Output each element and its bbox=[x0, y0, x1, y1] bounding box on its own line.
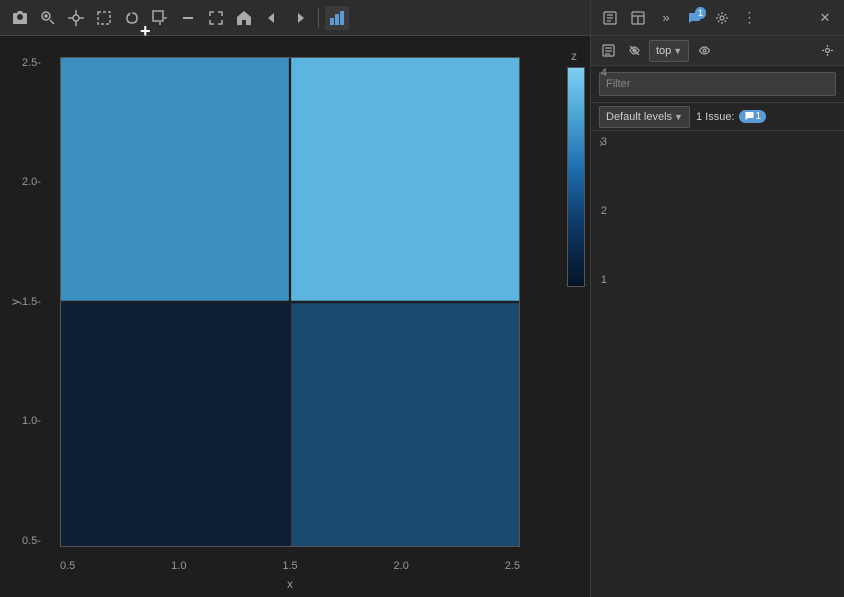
layout-button[interactable] bbox=[625, 5, 651, 31]
top-dropdown-arrow: ▼ bbox=[673, 46, 682, 56]
arrow-left-tool-button[interactable] bbox=[260, 6, 284, 30]
y-label-2-0: 2.0- bbox=[22, 176, 41, 188]
filter-input[interactable] bbox=[599, 72, 836, 96]
zoom-tool-button[interactable] bbox=[36, 6, 60, 30]
colorbar: z 4 3 2 1 bbox=[567, 67, 585, 287]
chat-badge: 1 bbox=[695, 7, 706, 20]
default-levels-arrow: ▼ bbox=[674, 112, 683, 122]
minus-tool-button[interactable] bbox=[176, 6, 200, 30]
x-label-2-0: 2.0 bbox=[394, 560, 409, 572]
x-label-2-5: 2.5 bbox=[505, 560, 520, 572]
chart-container: y 2.5- 2.0- 1.5- 1.0- 0.5- bbox=[60, 57, 520, 547]
home-tool-button[interactable] bbox=[232, 6, 256, 30]
y-label-2-5: 2.5- bbox=[22, 57, 41, 69]
inspect-button[interactable] bbox=[597, 5, 623, 31]
default-levels-label: Default levels bbox=[606, 111, 672, 123]
expand-tool-button[interactable] bbox=[204, 6, 228, 30]
filter-area bbox=[591, 66, 844, 103]
x-axis: 0.5 1.0 1.5 2.0 2.5 bbox=[60, 560, 520, 572]
secondary-inspect-button[interactable] bbox=[597, 40, 619, 62]
rect-tool-button[interactable] bbox=[148, 6, 172, 30]
colorbar-label-4: 4 bbox=[601, 67, 607, 79]
right-panel: » 1 ⋮ ✕ bbox=[590, 0, 844, 597]
colorbar-labels: 4 3 2 1 bbox=[601, 67, 607, 287]
ellipsis-button[interactable]: ⋮ bbox=[737, 5, 763, 31]
right-content: › bbox=[591, 131, 844, 597]
settings-button[interactable] bbox=[709, 5, 735, 31]
issues-badge: 1 Issue: 1 bbox=[696, 110, 766, 123]
y-label-1-5: 1.5- bbox=[22, 296, 41, 308]
x-axis-title: x bbox=[287, 577, 293, 591]
close-button[interactable]: ✕ bbox=[812, 5, 838, 31]
select-tool-button[interactable] bbox=[92, 6, 116, 30]
more-button[interactable]: » bbox=[653, 5, 679, 31]
secondary-settings-button[interactable] bbox=[816, 40, 838, 62]
bar-chart-tool-button[interactable] bbox=[325, 6, 349, 30]
eye-button[interactable] bbox=[693, 40, 715, 62]
y-axis-title: y bbox=[8, 299, 22, 305]
arrow-right-tool-button[interactable] bbox=[288, 6, 312, 30]
colorbar-label-2: 2 bbox=[601, 205, 607, 217]
chart-panel: + y 2.5- 2.0- 1.5- 1.0- 0.5- bbox=[0, 0, 590, 597]
top-view-button[interactable]: top ▼ bbox=[649, 40, 689, 62]
camera-tool-button[interactable] bbox=[8, 6, 32, 30]
default-levels-button[interactable]: Default levels ▼ bbox=[599, 106, 690, 128]
issue-chat-icon bbox=[744, 111, 754, 121]
y-label-1-0: 1.0- bbox=[22, 415, 41, 427]
colorbar-title: z bbox=[571, 49, 577, 63]
colorbar-label-3: 3 bbox=[601, 136, 607, 148]
chat-button[interactable]: 1 bbox=[681, 5, 707, 31]
y-axis: 2.5- 2.0- 1.5- 1.0- 0.5- bbox=[22, 57, 41, 547]
chart-area[interactable]: + y 2.5- 2.0- 1.5- 1.0- 0.5- bbox=[0, 36, 590, 597]
chart-toolbar bbox=[0, 0, 590, 36]
colorbar-label-1: 1 bbox=[601, 274, 607, 286]
right-toolbar: » 1 ⋮ ✕ bbox=[591, 0, 844, 36]
plot-area bbox=[60, 57, 520, 547]
toolbar-separator bbox=[318, 8, 319, 28]
issue-count: 1 bbox=[739, 110, 767, 123]
colorbar-gradient bbox=[567, 67, 585, 287]
crosshair-tool-button[interactable] bbox=[64, 6, 88, 30]
issue-label: 1 Issue: bbox=[696, 111, 735, 123]
lasso-tool-button[interactable] bbox=[120, 6, 144, 30]
right-secondary-toolbar: top ▼ bbox=[591, 36, 844, 66]
x-label-1-0: 1.0 bbox=[171, 560, 186, 572]
heatmap-svg bbox=[61, 58, 519, 546]
y-label-0-5: 0.5- bbox=[22, 535, 41, 547]
x-label-0-5: 0.5 bbox=[60, 560, 75, 572]
issues-bar: Default levels ▼ 1 Issue: 1 bbox=[591, 103, 844, 131]
no-eye-button[interactable] bbox=[623, 40, 645, 62]
x-label-1-5: 1.5 bbox=[282, 560, 297, 572]
top-view-label: top bbox=[656, 45, 671, 57]
